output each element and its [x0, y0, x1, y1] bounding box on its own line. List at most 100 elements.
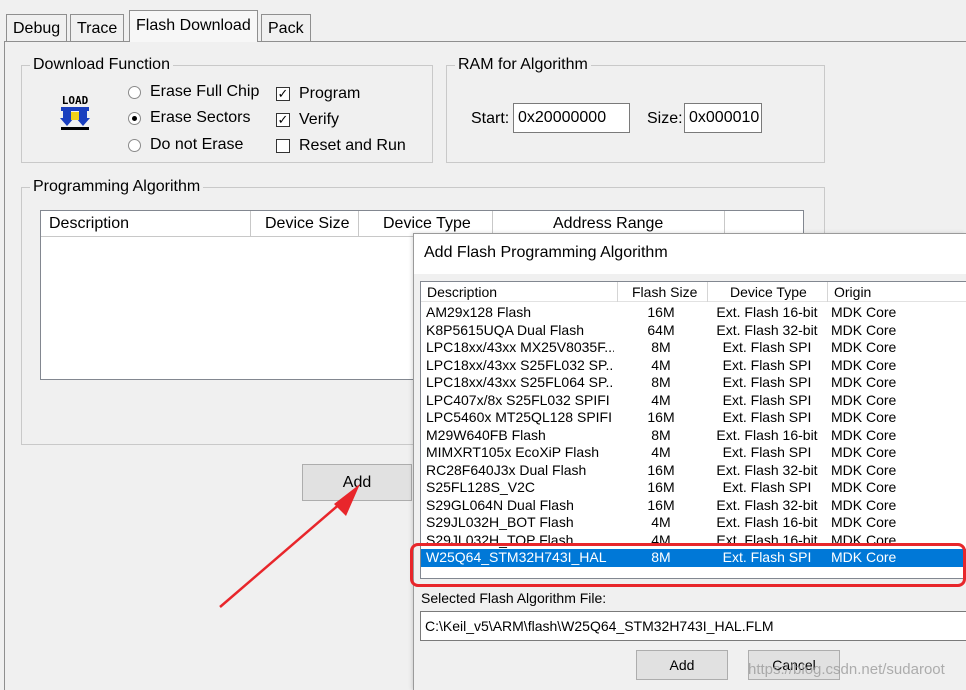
tab-trace[interactable]: Trace — [70, 14, 125, 42]
list-cell: 16M — [647, 479, 675, 495]
list-cell: 4M — [651, 531, 671, 548]
list-cell: MDK Core — [831, 356, 897, 373]
list-cell: 8M — [651, 374, 671, 390]
list-cell: Ext. Flash SPI — [722, 339, 812, 355]
list-item[interactable]: S29JL032H_BOT Flash 4M Ext. Flash 16-bit MD… — [421, 514, 966, 532]
list-cell: Ext. Flash 16-bit — [716, 426, 818, 443]
list-item[interactable]: LPC18xx/43xx MX25V8035F... 8M Ext. Flash S… — [421, 339, 966, 357]
list-cell: 4M — [651, 391, 671, 408]
checkbox-program[interactable]: ✓ Program — [276, 84, 360, 104]
list-item[interactable]: AM29x128 Flash 16M Ext. Flash 16-bit MDK Co… — [421, 304, 966, 322]
checkmark-icon: ✓ — [276, 86, 290, 101]
checkbox-reset-and-run[interactable]: Reset and Run — [276, 136, 406, 156]
list-cell: M29W640FB Flash — [426, 426, 546, 443]
checkbox-verify[interactable]: ✓ Verify — [276, 110, 339, 130]
list-cell: 8M — [651, 549, 671, 565]
size-label: Size: — [647, 110, 683, 127]
algorithm-options-list[interactable]: Description Flash Size Device Type Origi… — [420, 281, 966, 579]
size-input[interactable]: 0x000010 — [684, 103, 762, 133]
list-cell: Ext. Flash 32-bit — [716, 321, 818, 338]
list-cell: MDK Core — [831, 531, 897, 548]
list-cell: 4M — [651, 514, 671, 530]
list-cell: LPC18xx/43xx MX25V8035F... — [426, 339, 614, 355]
list-cell: 8M — [651, 426, 671, 443]
list-cell: MDK Core — [831, 496, 897, 513]
list-cell: LPC18xx/43xx S25FL064 SP... — [426, 374, 614, 390]
list-cell: MIMXRT105x EcoXiP Flash — [426, 444, 599, 460]
list-cell: MDK Core — [831, 444, 897, 460]
list-cell: MDK Core — [831, 304, 897, 320]
watermark: https://blog.csdn.net/sudaroot — [748, 661, 945, 678]
group-title: Programming Algorithm — [30, 177, 204, 197]
list-cell: LPC5460x MT25QL128 SPIFI — [426, 409, 612, 425]
list-item[interactable]: LPC18xx/43xx S25FL032 SP... 4M Ext. Flash … — [421, 357, 966, 375]
list-header: Description Flash Size Device Type Origi… — [421, 282, 966, 302]
list-cell: MDK Core — [831, 514, 897, 530]
group-title: Download Function — [30, 55, 173, 75]
list-cell: 8M — [651, 339, 671, 355]
list-cell: 64M — [647, 321, 675, 338]
start-label: Start: — [471, 110, 510, 127]
list-cell: Ext. Flash 16-bit — [716, 304, 818, 320]
list-cell: MDK Core — [831, 391, 897, 408]
list-cell: S29GL064N Dual Flash — [426, 496, 574, 513]
list-cell: Ext. Flash 32-bit — [716, 461, 818, 478]
list-cell: MDK Core — [831, 339, 897, 355]
column-header[interactable]: Origin — [828, 282, 966, 302]
column-header[interactable]: Device Type — [708, 282, 828, 302]
list-cell: MDK Core — [831, 409, 897, 425]
list-cell: MDK Core — [831, 374, 897, 390]
download-function-group: Download Function LOAD Erase Full Chip E… — [21, 55, 433, 163]
selected-file-input[interactable]: C:\Keil_v5\ARM\flash\W25Q64_STM32H743I_H… — [420, 611, 966, 641]
tab-pack[interactable]: Pack — [261, 14, 311, 42]
list-item[interactable]: LPC18xx/43xx S25FL064 SP... 8M Ext. Flash … — [421, 374, 966, 392]
list-cell: MDK Core — [831, 461, 897, 478]
list-cell: Ext. Flash SPI — [722, 356, 812, 373]
list-cell: LPC407x/8x S25FL032 SPIFI — [426, 391, 610, 408]
list-cell: Ext. Flash SPI — [722, 549, 812, 565]
dialog-add-button[interactable]: Add — [636, 650, 728, 680]
ram-for-algorithm-group: RAM for Algorithm Start: 0x20000000 Size… — [446, 55, 825, 163]
svg-text:LOAD: LOAD — [62, 94, 89, 107]
column-header[interactable]: Device Size — [251, 211, 359, 237]
radio-do-not-erase[interactable]: Do not Erase — [128, 135, 243, 155]
list-cell: 16M — [647, 304, 675, 320]
load-icon: LOAD — [55, 92, 95, 132]
list-cell: MDK Core — [831, 426, 897, 443]
list-cell: 16M — [647, 409, 675, 425]
list-cell: K8P5615UQA Dual Flash — [426, 321, 584, 338]
list-cell: RC28F640J3x Dual Flash — [426, 461, 587, 478]
list-cell: S29JL032H_TOP Flash — [426, 531, 574, 548]
column-header[interactable]: Description — [421, 282, 618, 302]
list-item[interactable]: S29JL032H_TOP Flash 4M Ext. Flash 16-bit MD… — [421, 532, 966, 550]
list-cell: 4M — [651, 444, 671, 460]
radio-indicator — [128, 85, 141, 99]
list-item[interactable]: RC28F640J3x Dual Flash 16M Ext. Flash 32-b… — [421, 462, 966, 480]
column-header[interactable]: Flash Size — [618, 282, 708, 302]
list-cell: Ext. Flash SPI — [722, 391, 812, 408]
list-cell: S29JL032H_BOT Flash — [426, 514, 574, 530]
list-item[interactable]: MIMXRT105x EcoXiP Flash 4M Ext. Flash SPI M… — [421, 444, 966, 462]
radio-erase-full-chip[interactable]: Erase Full Chip — [128, 82, 259, 102]
list-cell: Ext. Flash SPI — [722, 374, 812, 390]
checkmark-icon: ✓ — [276, 112, 290, 127]
list-item[interactable]: S25FL128S_V2C 16M Ext. Flash SPI MDK Core — [421, 479, 966, 497]
list-cell: 16M — [647, 461, 675, 478]
list-item[interactable]: M29W640FB Flash 8M Ext. Flash 16-bit MDK Co… — [421, 427, 966, 445]
list-item[interactable]: S29GL064N Dual Flash 16M Ext. Flash 32-bit… — [421, 497, 966, 515]
tab-debug[interactable]: Debug — [6, 14, 68, 42]
radio-erase-sectors[interactable]: Erase Sectors — [128, 108, 250, 128]
list-item-selected[interactable]: W25Q64_STM32H743I_HAL 8M Ext. Flash SPI MDK… — [421, 549, 966, 567]
list-cell: AM29x128 Flash — [426, 304, 532, 320]
list-cell: W25Q64_STM32H743I_HAL — [426, 549, 607, 565]
list-cell: Ext. Flash SPI — [722, 479, 812, 495]
group-title: RAM for Algorithm — [455, 55, 591, 75]
list-item[interactable]: LPC407x/8x S25FL032 SPIFI 4M Ext. Flash SP… — [421, 392, 966, 410]
list-item[interactable]: LPC5460x MT25QL128 SPIFI 16M Ext. Flash SP… — [421, 409, 966, 427]
start-address-input[interactable]: 0x20000000 — [513, 103, 630, 133]
selected-file-label: Selected Flash Algorithm File: — [421, 590, 607, 606]
list-item[interactable]: K8P5615UQA Dual Flash 64M Ext. Flash 32-bi… — [421, 322, 966, 340]
list-cell: Ext. Flash SPI — [722, 409, 812, 425]
column-header[interactable]: Description — [41, 211, 251, 237]
tab-flash-download[interactable]: Flash Download — [129, 10, 258, 42]
